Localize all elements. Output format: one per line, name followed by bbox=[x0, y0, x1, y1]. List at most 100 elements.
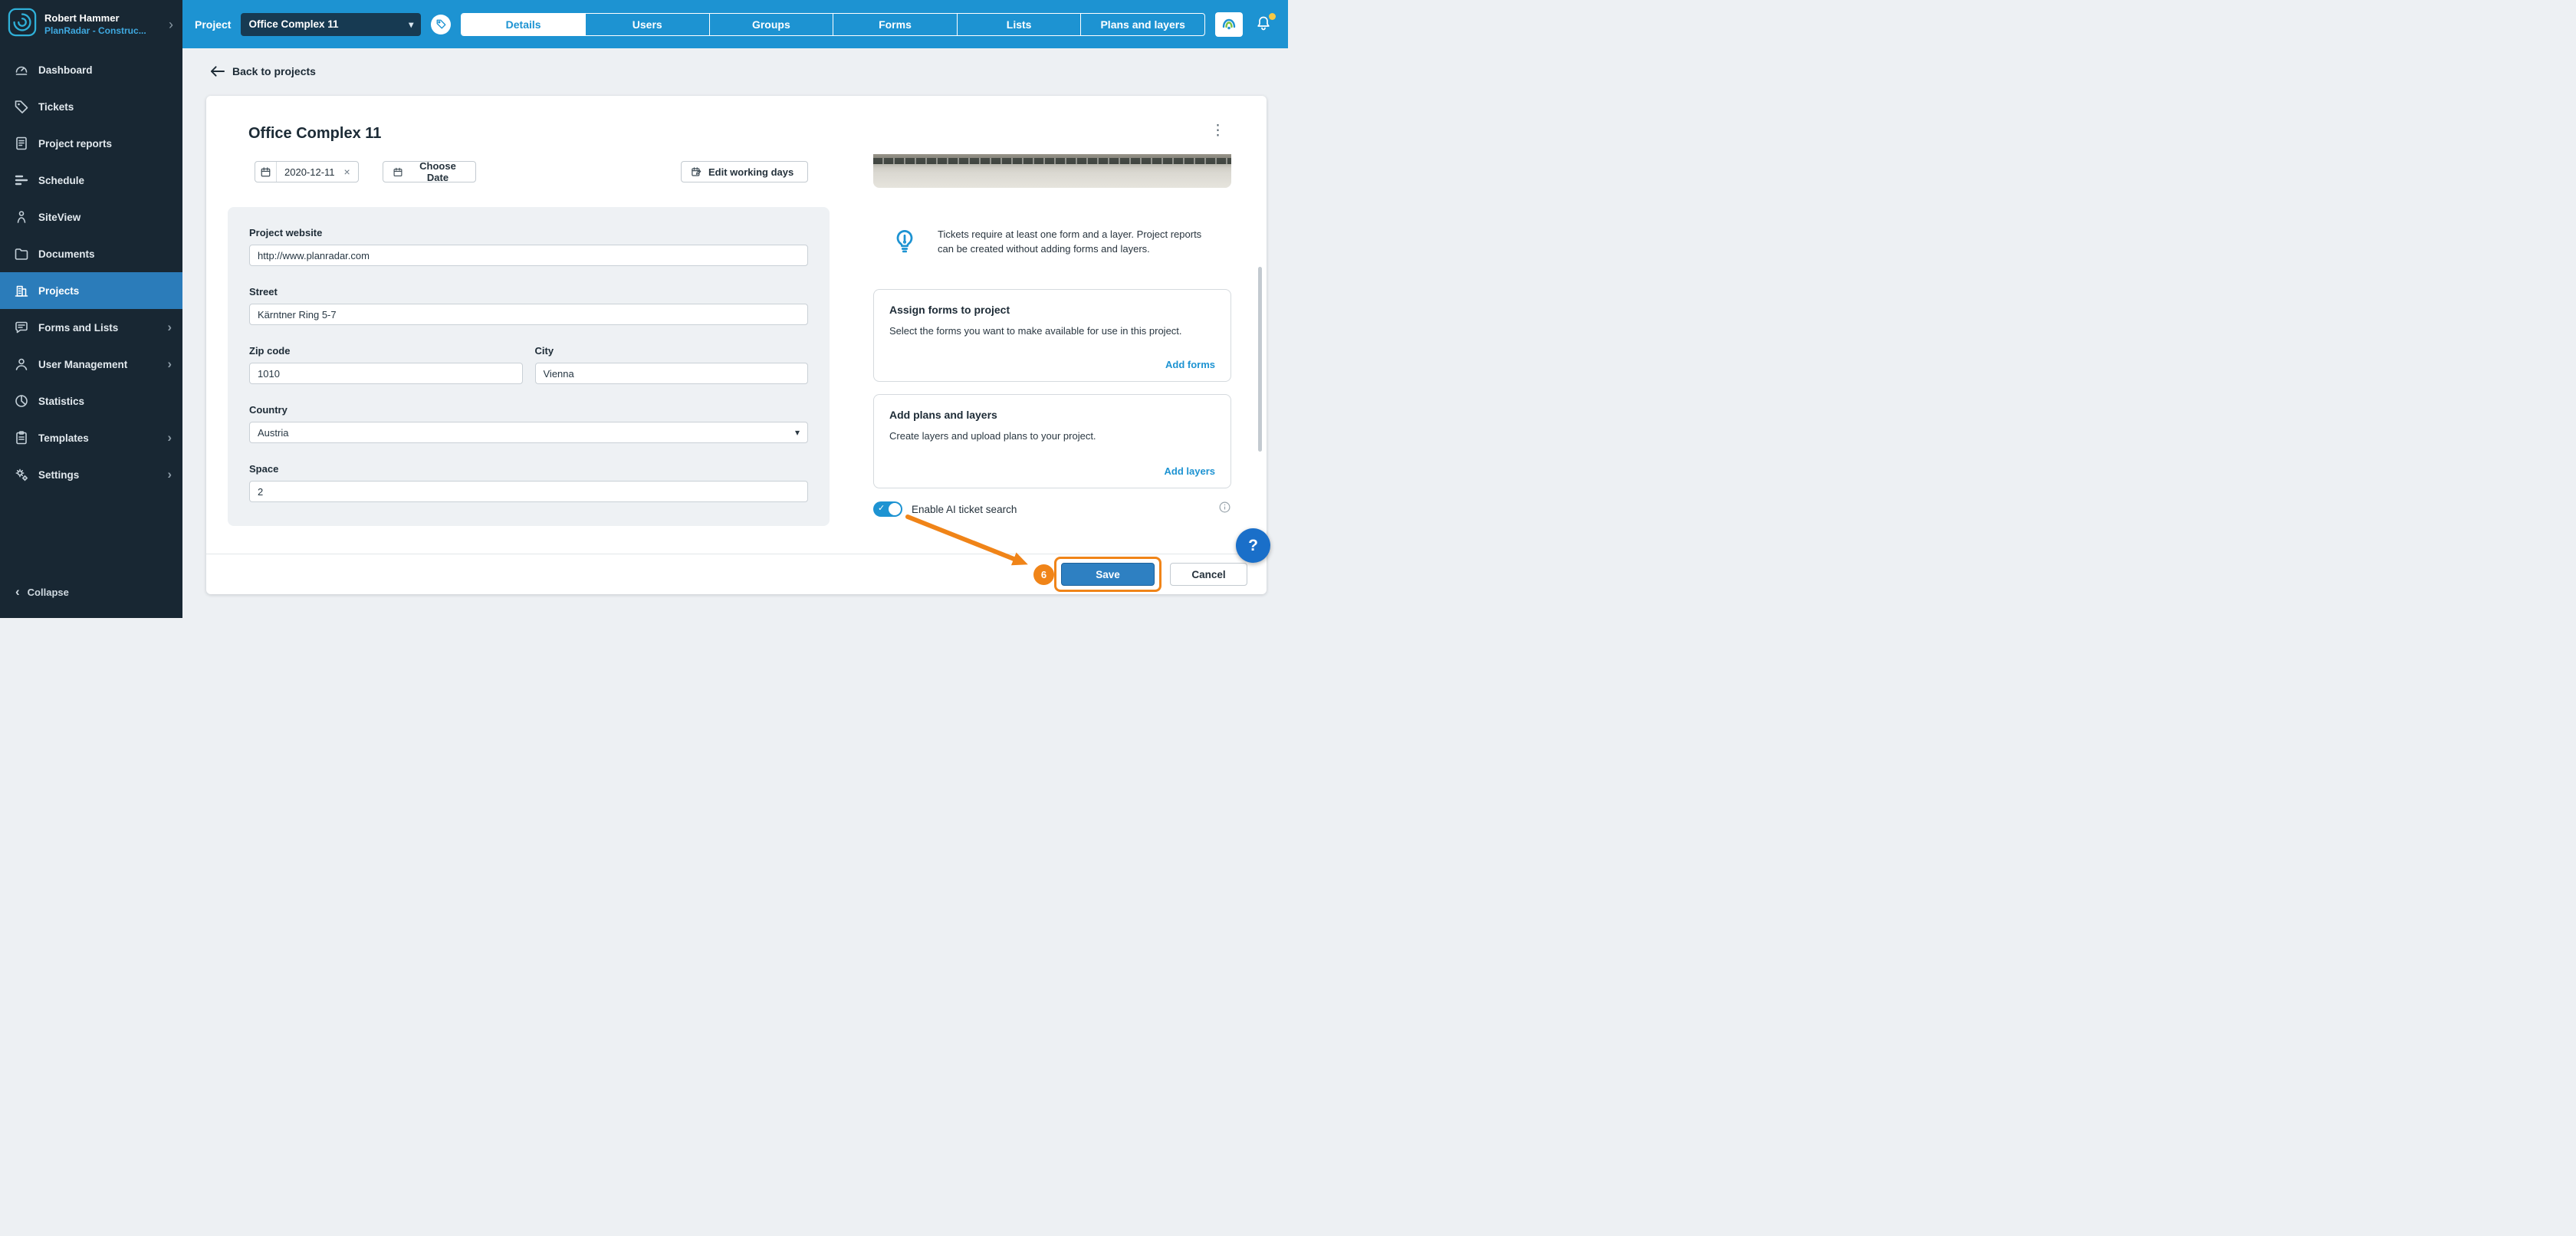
info-icon bbox=[1218, 501, 1231, 518]
sidebar-item-user-management[interactable]: User Management › bbox=[0, 346, 182, 383]
add-plans-body: Create layers and upload plans to your p… bbox=[889, 430, 1096, 442]
tab-forms[interactable]: Forms bbox=[833, 13, 958, 35]
sidebar-item-forms-and-lists[interactable]: Forms and Lists › bbox=[0, 309, 182, 346]
settings-icon bbox=[15, 468, 28, 482]
add-layers-link[interactable]: Add layers bbox=[1165, 465, 1215, 477]
siteview-icon bbox=[17, 211, 26, 223]
back-label: Back to projects bbox=[232, 65, 316, 77]
sidebar-item-statistics[interactable]: Statistics bbox=[0, 383, 182, 419]
zip-input[interactable] bbox=[249, 363, 523, 384]
sidebar-item-documents[interactable]: Documents bbox=[0, 235, 182, 272]
calendar-icon[interactable] bbox=[255, 162, 277, 182]
project-selector[interactable]: Office Complex 11 ▾ bbox=[241, 12, 422, 36]
question-mark-icon: ? bbox=[1248, 536, 1258, 554]
lightbulb-icon bbox=[892, 228, 918, 258]
sidebar-item-templates[interactable]: Templates › bbox=[0, 419, 182, 456]
chevron-right-icon: › bbox=[169, 16, 173, 32]
edit-working-days-label: Edit working days bbox=[708, 166, 794, 178]
tab-label: Forms bbox=[879, 18, 912, 31]
account-switcher[interactable]: Robert Hammer PlanRadar - Construc... › bbox=[0, 0, 182, 48]
city-input[interactable] bbox=[534, 363, 808, 384]
project-details-card: Office Complex 11 ⋮ 2020-12-11 × Choose … bbox=[206, 96, 1267, 594]
sidebar-item-label: Forms and Lists bbox=[38, 321, 119, 334]
project-reports-icon bbox=[16, 136, 27, 150]
topbar: Project Office Complex 11 ▾ Details User… bbox=[182, 0, 1288, 48]
sidebar-menu: Dashboard Tickets Project reports Schedu… bbox=[0, 48, 182, 493]
sidebar-item-dashboard[interactable]: Dashboard bbox=[0, 51, 182, 88]
edit-working-days-button[interactable]: Edit working days bbox=[681, 161, 808, 182]
tab-label: Details bbox=[505, 18, 541, 31]
add-plans-title: Add plans and layers bbox=[889, 409, 997, 421]
chevron-down-icon: ▾ bbox=[794, 427, 800, 438]
space-input[interactable] bbox=[249, 481, 808, 502]
sidebar-item-label: Project reports bbox=[38, 137, 113, 150]
sidebar-item-label: SiteView bbox=[38, 211, 81, 223]
sidebar-item-projects[interactable]: Projects bbox=[0, 272, 182, 309]
back-to-projects-link[interactable]: Back to projects bbox=[210, 65, 316, 77]
sidebar-item-schedule[interactable]: Schedule bbox=[0, 162, 182, 199]
country-value: Austria bbox=[258, 426, 289, 439]
tags-icon[interactable] bbox=[431, 14, 452, 35]
documents-icon bbox=[15, 248, 28, 260]
chevron-right-icon: › bbox=[167, 430, 172, 445]
choose-date-button[interactable]: Choose Date bbox=[383, 160, 476, 183]
collapse-label: Collapse bbox=[27, 586, 69, 598]
chevron-right-icon: › bbox=[167, 467, 172, 482]
country-select[interactable]: Austria ▾ bbox=[249, 422, 808, 443]
sidebar-item-siteview[interactable]: SiteView bbox=[0, 199, 182, 235]
clear-date-icon[interactable]: × bbox=[343, 166, 358, 178]
user-icon bbox=[15, 358, 28, 370]
tickets-tip: Tickets require at least one form and a … bbox=[873, 228, 1231, 258]
statistics-icon bbox=[15, 395, 28, 407]
marketplace-icon[interactable] bbox=[1215, 12, 1243, 37]
assign-forms-body: Select the forms you want to make availa… bbox=[889, 325, 1182, 337]
scrollbar-thumb[interactable] bbox=[1258, 267, 1262, 452]
chevron-right-icon: › bbox=[167, 320, 172, 334]
templates-icon bbox=[16, 431, 27, 445]
sidebar-item-settings[interactable]: Settings › bbox=[0, 456, 182, 493]
page-title: Office Complex 11 bbox=[248, 125, 382, 142]
chevron-right-icon: › bbox=[167, 357, 172, 371]
project-address-panel: Project website Street Zip code City bbox=[228, 207, 830, 526]
help-button[interactable]: ? bbox=[1236, 528, 1270, 563]
tip-text: Tickets require at least one form and a … bbox=[938, 228, 1202, 255]
tab-users[interactable]: Users bbox=[586, 13, 710, 35]
chevron-down-icon: ▾ bbox=[409, 18, 414, 30]
ai-search-toggle[interactable]: ✓ bbox=[873, 501, 902, 517]
space-label: Space bbox=[249, 463, 279, 475]
start-date-chip: 2020-12-11 × bbox=[255, 161, 359, 182]
cancel-button[interactable]: Cancel bbox=[1170, 563, 1247, 586]
save-button[interactable]: Save bbox=[1061, 563, 1155, 586]
tab-details[interactable]: Details bbox=[462, 13, 586, 35]
tab-label: Groups bbox=[751, 18, 790, 31]
website-label: Project website bbox=[249, 227, 323, 238]
country-label: Country bbox=[249, 404, 288, 416]
sidebar-item-tickets[interactable]: Tickets bbox=[0, 88, 182, 125]
website-input[interactable] bbox=[249, 245, 808, 266]
collapse-button[interactable]: ‹ Collapse bbox=[0, 584, 182, 618]
tab-groups[interactable]: Groups bbox=[710, 13, 834, 35]
start-date-value: 2020-12-11 bbox=[284, 166, 335, 178]
tab-label: Plans and layers bbox=[1100, 18, 1185, 31]
city-label: City bbox=[534, 345, 554, 357]
add-forms-link[interactable]: Add forms bbox=[1165, 359, 1215, 370]
sidebar-item-project-reports[interactable]: Project reports bbox=[0, 125, 182, 162]
assign-forms-title: Assign forms to project bbox=[889, 304, 1010, 316]
ai-search-toggle-row: ✓ Enable AI ticket search bbox=[873, 501, 1231, 518]
notifications-bell-icon[interactable] bbox=[1254, 12, 1276, 35]
projects-icon bbox=[15, 285, 28, 297]
toggle-knob bbox=[889, 503, 901, 515]
tab-label: Users bbox=[632, 18, 662, 31]
tab-label: Lists bbox=[1006, 18, 1032, 31]
tab-lists[interactable]: Lists bbox=[958, 13, 1082, 35]
project-tabs: Details Users Groups Forms Lists Plans a… bbox=[461, 12, 1205, 36]
street-input[interactable] bbox=[249, 304, 808, 325]
selected-project: Office Complex 11 bbox=[248, 18, 339, 30]
sidebar-item-label: User Management bbox=[38, 358, 128, 370]
sidebar-item-label: Settings bbox=[38, 468, 80, 481]
account-name: PlanRadar - Construc... bbox=[44, 25, 146, 36]
tickets-icon bbox=[15, 100, 28, 113]
kebab-menu-icon[interactable]: ⋮ bbox=[1211, 122, 1225, 140]
tab-plans-and-layers[interactable]: Plans and layers bbox=[1081, 14, 1204, 35]
topbar-right-icons bbox=[1215, 12, 1276, 37]
